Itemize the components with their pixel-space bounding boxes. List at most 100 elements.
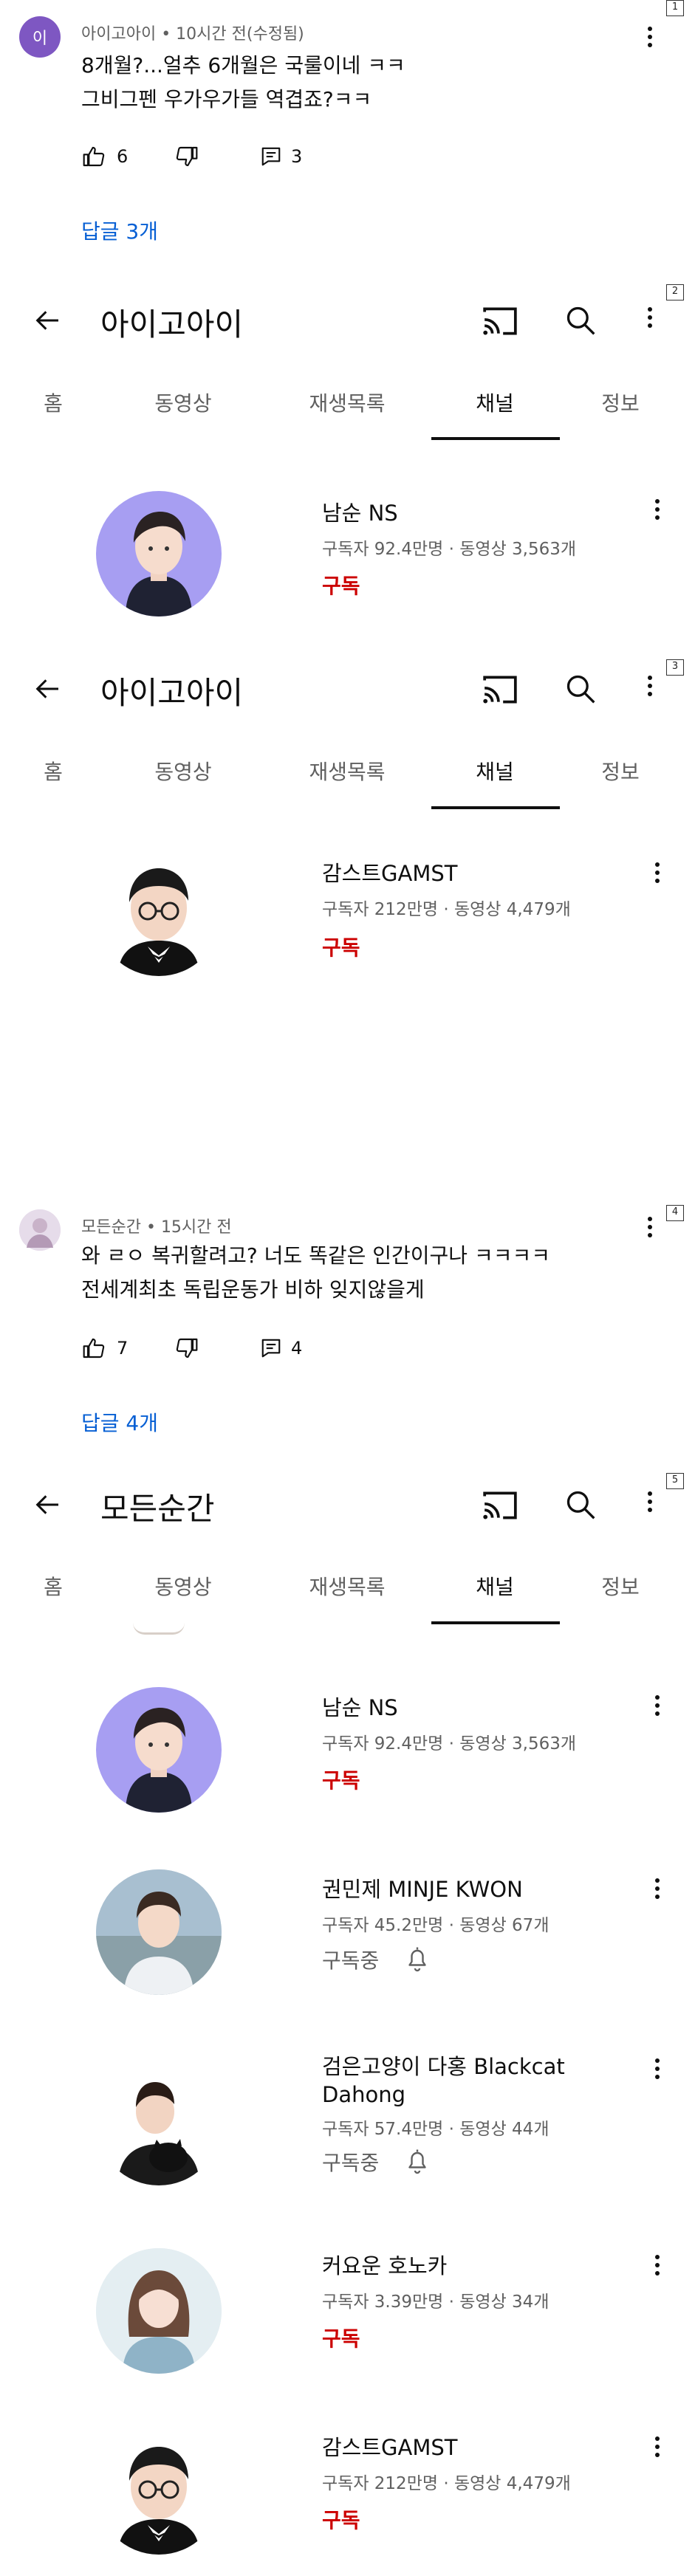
subscribe-button[interactable]: 구독 (322, 932, 360, 961)
more-options-icon[interactable] (654, 499, 660, 523)
back-arrow-icon[interactable] (30, 306, 65, 335)
channel-stats: 구독자 57.4만명 · 동영상 44개 (322, 2120, 550, 2139)
comment-line: 전세계최초 독립운동가 비하 잊지않을게 (81, 1277, 425, 1302)
more-options-icon[interactable] (647, 676, 653, 700)
panel-number: 3 (666, 659, 684, 676)
commenter-avatar[interactable]: 이 (19, 16, 61, 58)
channel-stats: 구독자 212만명 · 동영상 4,479개 (322, 900, 571, 919)
channel-avatar[interactable] (96, 2248, 222, 2374)
channel-avatar[interactable] (96, 2429, 222, 2555)
thumbs-up-icon (83, 146, 105, 167)
back-arrow-icon[interactable] (30, 674, 65, 704)
subscribe-button[interactable]: 구독 (322, 570, 360, 600)
channel-avatar[interactable] (96, 1687, 222, 1813)
dislike-button[interactable] (174, 1336, 199, 1360)
comment-author[interactable]: 모든순간 (81, 1218, 141, 1237)
back-arrow-icon[interactable] (30, 1490, 65, 1519)
dislike-button[interactable] (174, 145, 199, 168)
cast-icon[interactable] (482, 1490, 518, 1521)
channel-avatar[interactable] (96, 491, 222, 616)
tab-about[interactable]: 정보 (591, 388, 650, 417)
comment-meta: 모든순간 • 15시간 전 (81, 1218, 232, 1237)
subscribe-button[interactable]: 구독 (322, 1765, 360, 1794)
person-portrait (118, 868, 199, 976)
thumbs-down-icon (176, 1338, 198, 1359)
tab-channels[interactable]: 채널 (436, 1571, 554, 1601)
channel-name[interactable]: 권민제 MINJE KWON (322, 1875, 523, 1903)
channel-name[interactable]: 감스트GAMST (322, 859, 458, 887)
tab-playlists[interactable]: 재생목록 (292, 388, 403, 417)
tab-about[interactable]: 정보 (591, 1571, 650, 1601)
person-portrait (118, 2447, 199, 2555)
reply-count: 3 (291, 146, 303, 167)
more-options-icon[interactable] (654, 2436, 660, 2461)
more-options-icon[interactable] (654, 1878, 660, 1903)
more-options-icon[interactable] (647, 1491, 653, 1516)
channel-name[interactable]: 남순 NS (322, 499, 398, 527)
more-options-icon[interactable] (654, 2058, 660, 2083)
channel-name[interactable]: 검은고양이 다홍 Blackcat Dahong (322, 2053, 565, 2109)
tab-home[interactable]: 홈 (31, 1571, 75, 1601)
tab-videos[interactable]: 동영상 (139, 756, 227, 786)
channel-title: 아이고아이 (100, 306, 244, 343)
tab-videos[interactable]: 동영상 (139, 388, 227, 417)
more-options-icon[interactable] (647, 27, 653, 51)
person-portrait (96, 1869, 222, 1995)
profile-image (19, 1209, 61, 1251)
comment-line: 그비그펜 우가우가들 역겹죠?ㅋㅋ (81, 87, 372, 111)
more-options-icon[interactable] (654, 862, 660, 887)
more-options-icon[interactable] (647, 307, 653, 332)
search-icon[interactable] (564, 673, 597, 705)
cast-icon[interactable] (482, 306, 518, 337)
channel-stats: 구독자 92.4만명 · 동영상 3,563개 (322, 540, 577, 559)
like-count: 6 (117, 146, 129, 167)
more-options-icon[interactable] (647, 1217, 653, 1241)
person-portrait (126, 512, 192, 616)
tab-channels[interactable]: 채널 (436, 388, 554, 417)
panel-number: 2 (666, 284, 684, 300)
tab-playlists[interactable]: 재생목록 (292, 756, 403, 786)
subscribed-label: 구독중 (322, 2151, 380, 2175)
tab-playlists[interactable]: 재생목록 (292, 1571, 403, 1601)
channel-avatar[interactable] (96, 1869, 222, 1995)
panel-number: 1 (666, 0, 684, 16)
subscribed-status[interactable]: 구독중 (322, 2147, 431, 2177)
reply-button[interactable]: 4 (260, 1336, 302, 1360)
comment-author[interactable]: 아이고아이 (81, 25, 156, 44)
commenter-avatar[interactable] (19, 1209, 61, 1251)
channel-name[interactable]: 감스트GAMST (322, 2434, 458, 2462)
tab-channels[interactable]: 채널 (436, 756, 554, 786)
channel-name-line: Dahong (322, 2082, 406, 2107)
channel-avatar[interactable] (96, 851, 222, 976)
active-tab-indicator (431, 437, 560, 440)
more-options-icon[interactable] (654, 2255, 660, 2279)
cast-icon[interactable] (482, 674, 518, 705)
channel-name[interactable]: 커요운 호노카 (322, 2252, 447, 2280)
tab-home[interactable]: 홈 (31, 388, 75, 417)
like-button[interactable]: 7 (81, 1336, 128, 1360)
subscribed-status[interactable]: 구독중 (322, 1945, 431, 1974)
channel-stats: 구독자 3.39만명 · 동영상 34개 (322, 2292, 550, 2312)
search-icon[interactable] (564, 1488, 597, 1521)
channel-title: 아이고아이 (100, 675, 244, 711)
like-button[interactable]: 6 (81, 145, 128, 168)
more-options-icon[interactable] (654, 1695, 660, 1720)
channel-name-line: 검은고양이 다홍 Blackcat (322, 2054, 565, 2079)
tab-about[interactable]: 정보 (591, 756, 650, 786)
search-icon[interactable] (564, 304, 597, 337)
bell-icon[interactable] (404, 1945, 431, 1974)
panel-number: 4 (666, 1205, 684, 1221)
view-replies-link[interactable]: 답글 4개 (81, 1407, 158, 1437)
channel-avatar[interactable] (96, 2060, 222, 2185)
subscribe-button[interactable]: 구독 (322, 2504, 360, 2534)
subscribe-button[interactable]: 구독 (322, 2323, 360, 2352)
tab-home[interactable]: 홈 (31, 756, 75, 786)
reply-button[interactable]: 3 (260, 145, 302, 168)
bell-icon[interactable] (404, 2147, 431, 2177)
view-replies-link[interactable]: 답글 3개 (81, 216, 158, 245)
channel-name[interactable]: 남순 NS (322, 1694, 398, 1722)
tab-videos[interactable]: 동영상 (139, 1571, 227, 1601)
channel-stats: 구독자 212만명 · 동영상 4,479개 (322, 2474, 571, 2493)
comment-meta: 아이고아이 • 10시간 전(수정됨) (81, 25, 304, 44)
comment-icon (261, 147, 281, 166)
